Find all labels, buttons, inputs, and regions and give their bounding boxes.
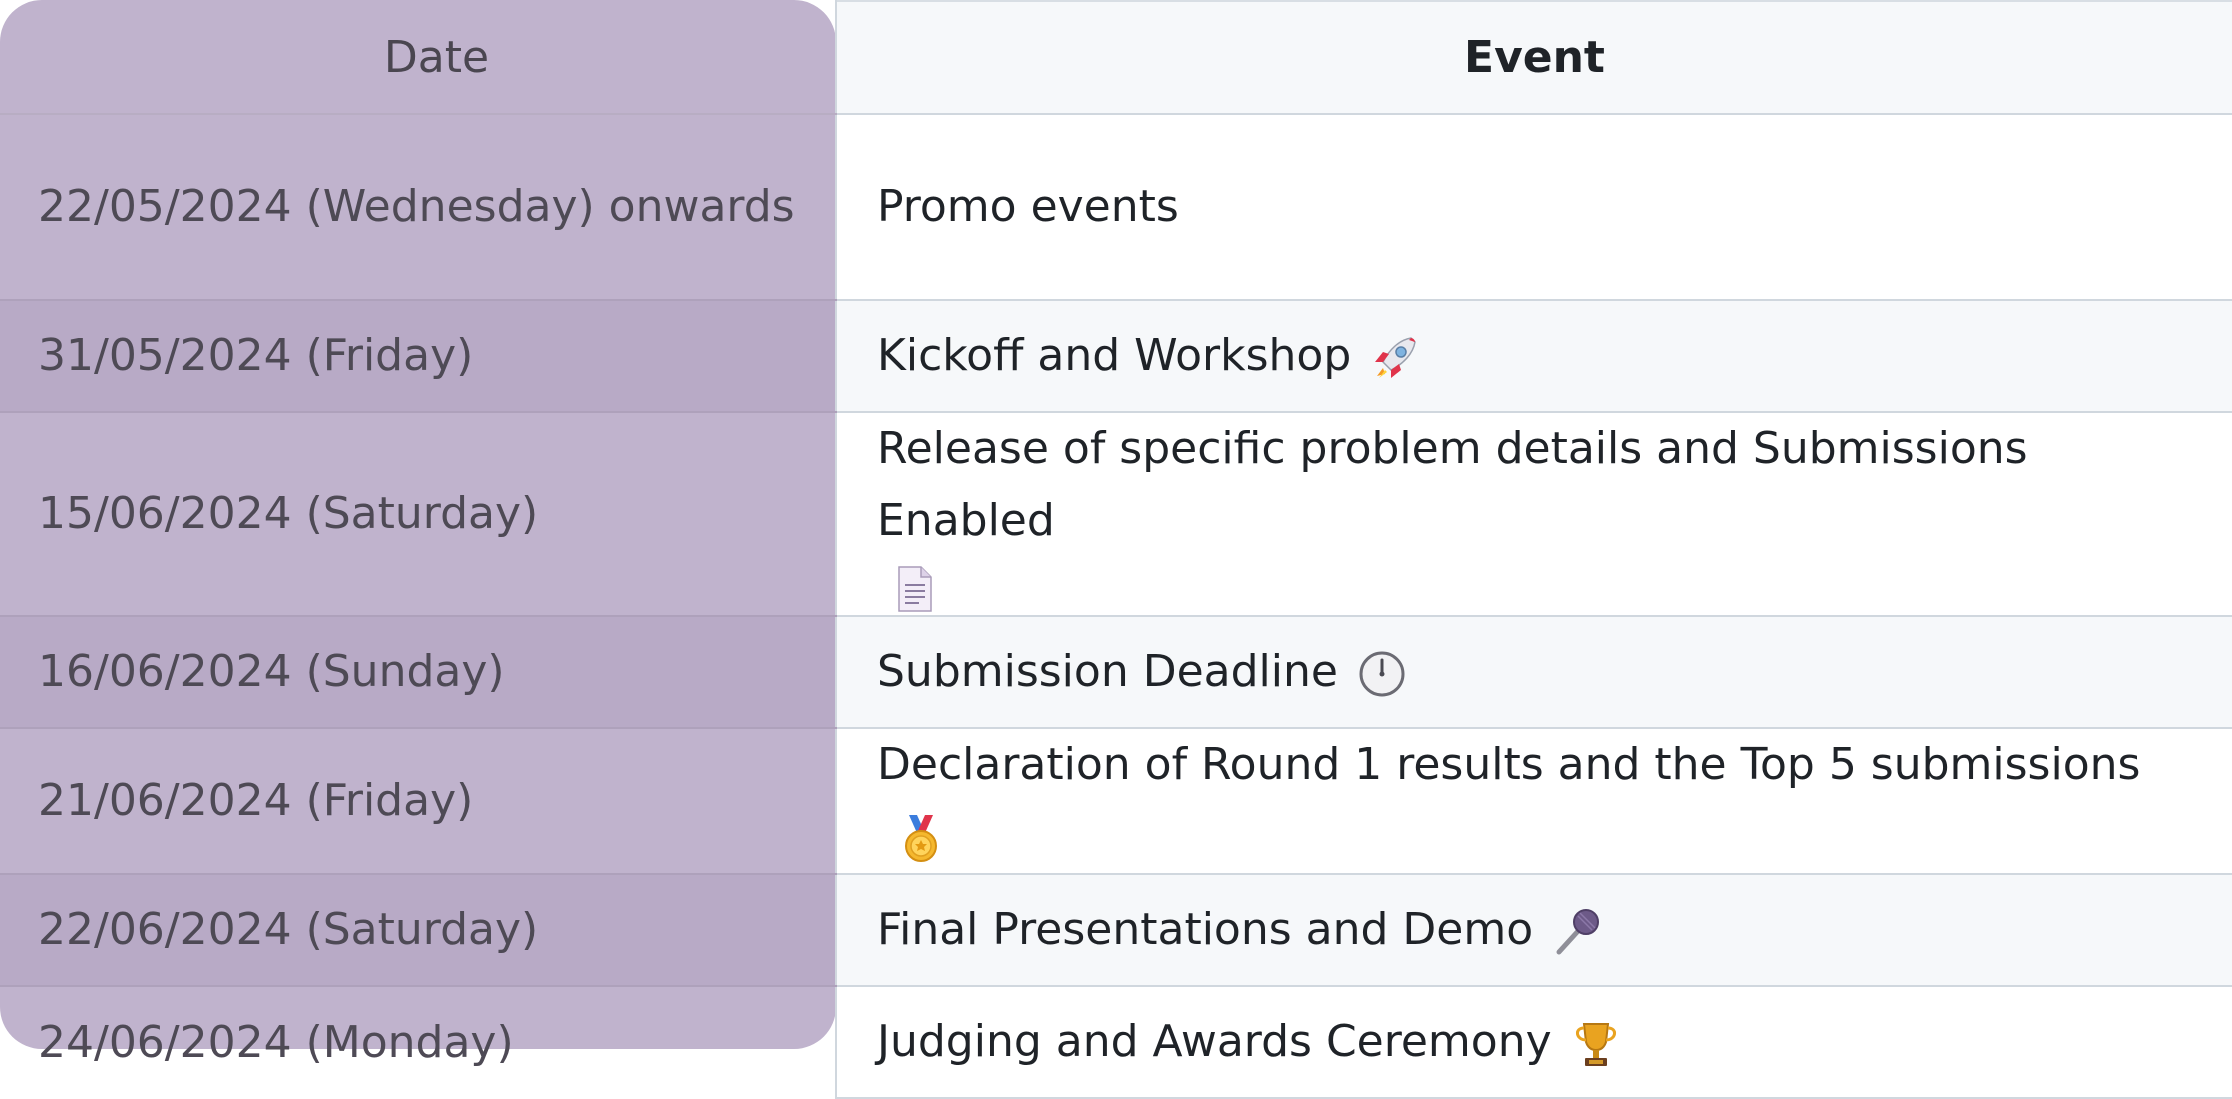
clock-icon <box>1356 648 1408 700</box>
event-cell: Kickoff and Workshop <box>836 300 2232 413</box>
event-column-header: Event <box>836 0 2232 115</box>
date-cell: 15/06/2024 (Saturday) <box>0 412 837 617</box>
date-cell: 31/05/2024 (Friday) <box>0 300 837 413</box>
rocket-icon <box>1369 332 1421 384</box>
event-cell: Declaration of Round 1 results and the T… <box>836 728 2232 875</box>
event-cell: Judging and Awards Ceremony <box>836 986 2232 1099</box>
table-row: 15/06/2024 (Saturday) Release of specifi… <box>0 412 2232 617</box>
medal-icon <box>895 813 947 865</box>
event-label: Submission Deadline <box>877 646 1338 697</box>
table-header-row: Date Event <box>0 0 2232 115</box>
table-row: 31/05/2024 (Friday) Kickoff and Workshop <box>0 300 2232 413</box>
document-icon <box>889 563 941 615</box>
date-cell: 24/06/2024 (Monday) <box>0 986 837 1098</box>
date-cell: 16/06/2024 (Sunday) <box>0 616 837 729</box>
date-column-header: Date <box>0 1 837 115</box>
trophy-icon <box>1570 1018 1622 1070</box>
table-row: 22/06/2024 (Saturday) Final Presentation… <box>0 874 2232 987</box>
event-cell: Submission Deadline <box>836 616 2232 729</box>
schedule-table-container: Date Event 22/05/2024 (Wednesday) onward… <box>0 0 2232 1099</box>
event-label: Kickoff and Workshop <box>877 330 1352 381</box>
date-cell: 22/05/2024 (Wednesday) onwards <box>0 114 837 301</box>
table-row: 22/05/2024 (Wednesday) onwards Promo eve… <box>0 114 2232 301</box>
schedule-table: Date Event 22/05/2024 (Wednesday) onward… <box>0 0 2232 1099</box>
table-row: 21/06/2024 (Friday) Declaration of Round… <box>0 728 2232 875</box>
event-cell: Final Presentations and Demo <box>836 874 2232 987</box>
event-cell: Release of specific problem details and … <box>836 412 2232 617</box>
table-row: 24/06/2024 (Monday) Judging and Awards C… <box>0 986 2232 1099</box>
event-label: Judging and Awards Ceremony <box>877 1016 1552 1067</box>
date-cell: 22/06/2024 (Saturday) <box>0 874 837 987</box>
event-cell: Promo events <box>836 114 2232 301</box>
event-label: Release of specific problem details and … <box>877 423 2028 546</box>
table-row: 16/06/2024 (Sunday) Submission Deadline <box>0 616 2232 729</box>
event-label: Promo events <box>877 181 1179 232</box>
date-cell: 21/06/2024 (Friday) <box>0 728 837 875</box>
event-label: Declaration of Round 1 results and the T… <box>877 739 2141 790</box>
microphone-icon <box>1551 906 1603 958</box>
event-label: Final Presentations and Demo <box>877 904 1534 955</box>
